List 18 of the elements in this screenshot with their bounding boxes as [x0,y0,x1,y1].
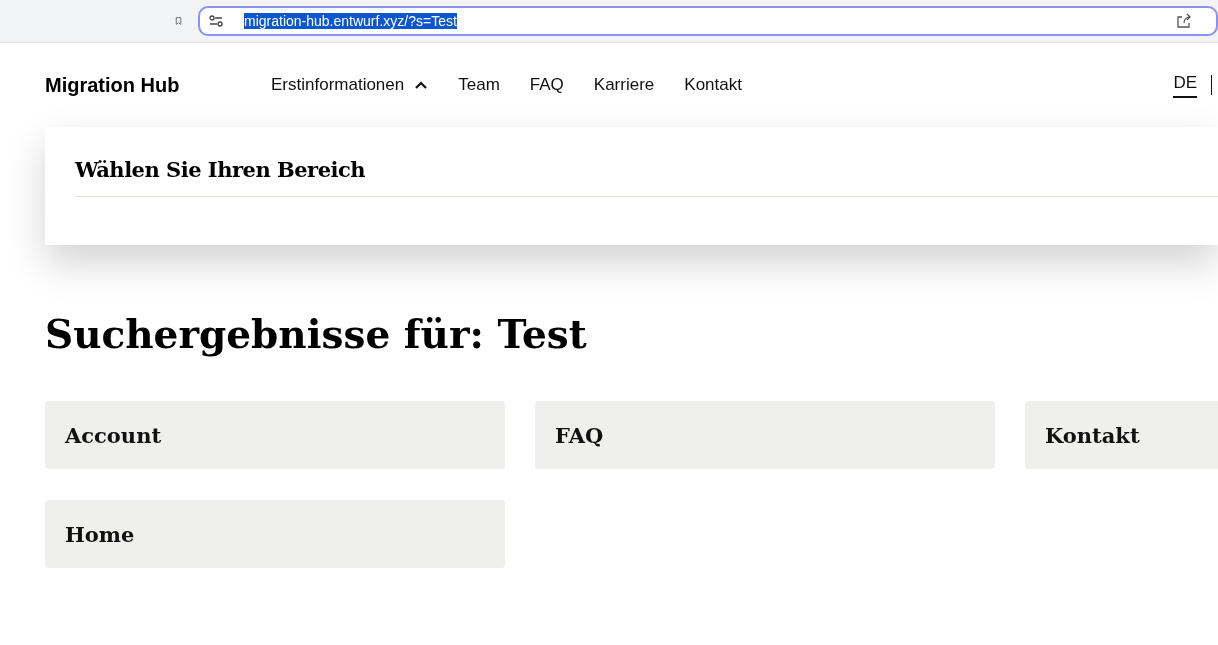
nav-dropdown[interactable]: Erstinformationen [271,75,429,95]
panel-title: Wählen Sie Ihren Bereich [75,157,367,182]
result-card[interactable]: Account [45,401,505,469]
nav-link[interactable]: FAQ [529,75,564,95]
nav-link[interactable]: Karriere [593,75,655,95]
site-settings-icon[interactable] [208,13,224,29]
nav-link[interactable]: Team [458,75,500,95]
search-heading: Suchergebnisse für: Test [45,311,588,357]
address-field[interactable]: migration-hub.entwurf.xyz/?s=Test [198,6,1218,36]
result-card[interactable]: FAQ [535,401,995,469]
chevron-icon [414,80,429,90]
language-link[interactable]: DE [1173,72,1197,98]
site-logo[interactable]: Migration Hub [45,73,271,97]
url-text: migration-hub.entwurf.xyz/?s=Test [244,13,457,29]
share-icon[interactable] [1176,13,1192,29]
result-card[interactable]: Home [45,500,505,568]
nav-link[interactable]: Kontakt [684,75,742,95]
result-card[interactable]: Kontakt [1025,401,1218,469]
